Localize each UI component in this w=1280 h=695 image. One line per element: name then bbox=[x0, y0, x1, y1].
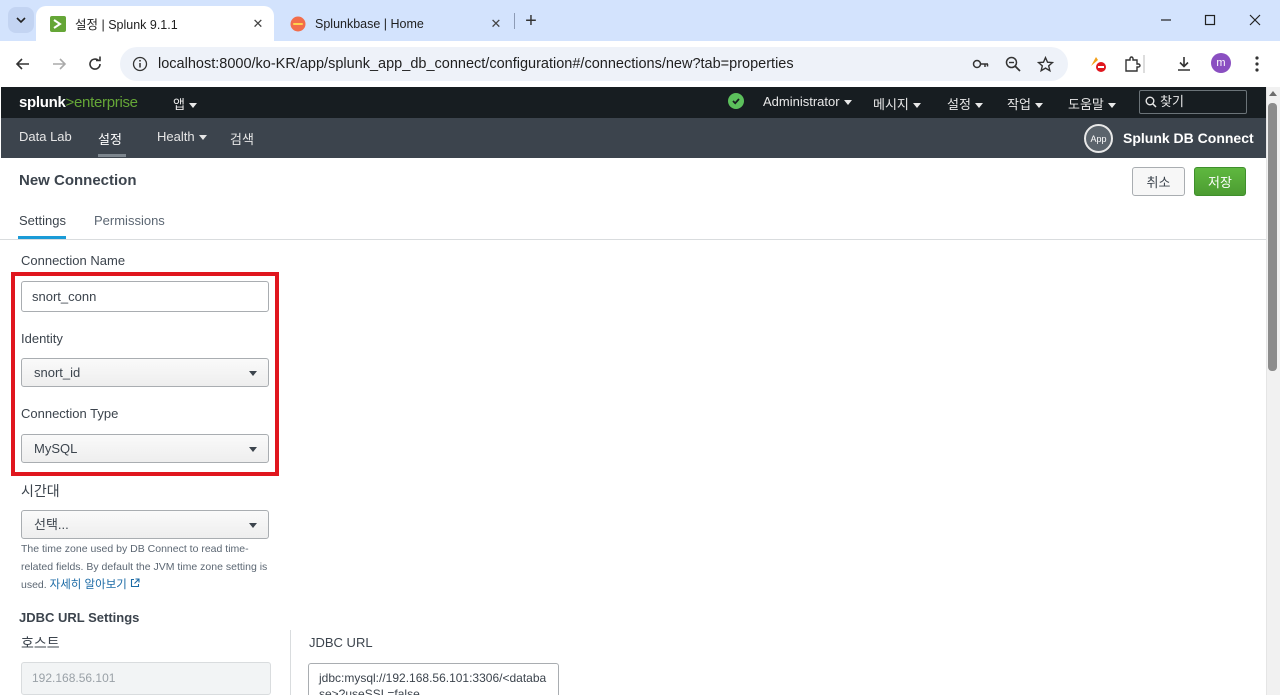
apps-menu-label: 앱 bbox=[173, 97, 185, 112]
user-menu-label: Administrator bbox=[763, 94, 840, 109]
chevron-down-icon bbox=[912, 103, 921, 109]
zoom-icon[interactable] bbox=[1001, 52, 1025, 76]
browser-toolbar: localhost:8000/ko-KR/app/splunk_app_db_c… bbox=[0, 41, 1280, 87]
nav-data-lab[interactable]: Data Lab bbox=[19, 129, 72, 144]
health-ok-icon[interactable] bbox=[728, 93, 744, 109]
find-input[interactable]: 찾기 bbox=[1139, 90, 1247, 114]
highlight-annotation-box bbox=[11, 272, 279, 476]
download-icon[interactable] bbox=[1172, 52, 1196, 76]
learn-more-label: 자세히 알아보기 bbox=[49, 579, 127, 591]
url-text: localhost:8000/ko-KR/app/splunk_app_db_c… bbox=[158, 56, 794, 72]
minimize-icon[interactable] bbox=[1154, 8, 1178, 32]
settings-menu[interactable]: 설정 bbox=[947, 94, 983, 113]
browser-tab-splunkbase[interactable]: Splunkbase | Home ✕ bbox=[276, 6, 512, 41]
nav-settings[interactable]: 설정 bbox=[98, 129, 122, 148]
nav-search[interactable]: 검색 bbox=[230, 129, 254, 148]
host-input[interactable]: 192.168.56.101 bbox=[21, 662, 271, 695]
save-button[interactable]: 저장 bbox=[1194, 167, 1246, 196]
close-tab-icon[interactable]: ✕ bbox=[248, 14, 268, 34]
toolbar-divider bbox=[1143, 55, 1145, 73]
bookmark-star-icon[interactable] bbox=[1033, 52, 1057, 76]
chevron-down-icon bbox=[974, 103, 983, 109]
nav-health-label: Health bbox=[157, 129, 195, 144]
extension-blocked-icon[interactable] bbox=[1086, 52, 1110, 76]
tab-title: Splunkbase | Home bbox=[315, 16, 424, 31]
timezone-help-text: The time zone used by DB Connect to read… bbox=[21, 540, 271, 594]
app-icon: App bbox=[1084, 124, 1113, 153]
host-label: 호스트 bbox=[21, 635, 60, 651]
nav-health[interactable]: Health bbox=[157, 129, 207, 144]
tab-permissions[interactable]: Permissions bbox=[94, 213, 165, 228]
logo-gt: > bbox=[65, 94, 75, 111]
tab-search-button[interactable] bbox=[8, 7, 34, 33]
scrollbar-thumb[interactable] bbox=[1268, 103, 1277, 371]
column-divider bbox=[290, 630, 291, 695]
app-bar: Data Lab 설정 Health 검색 App Splunk DB Conn… bbox=[1, 118, 1266, 158]
reload-icon[interactable] bbox=[83, 52, 107, 76]
splunk-favicon-icon bbox=[50, 15, 66, 32]
chevron-down-icon bbox=[1034, 103, 1043, 109]
learn-more-link[interactable]: 자세히 알아보기 bbox=[49, 578, 140, 591]
site-info-icon[interactable] bbox=[128, 52, 152, 76]
chevron-down-icon bbox=[188, 103, 197, 109]
activity-menu-label: 작업 bbox=[1007, 97, 1031, 112]
settings-menu-label: 설정 bbox=[947, 97, 971, 112]
timezone-label: 시간대 bbox=[21, 483, 60, 499]
page-title: New Connection bbox=[19, 172, 137, 189]
browser-tab-strip: 설정 | Splunk 9.1.1 ✕ Splunkbase | Home ✕ … bbox=[0, 0, 1280, 41]
messages-menu-label: 메시지 bbox=[873, 97, 909, 112]
profile-avatar[interactable]: m bbox=[1211, 53, 1231, 73]
back-icon[interactable] bbox=[11, 52, 35, 76]
timezone-select[interactable]: 선택... bbox=[21, 510, 269, 539]
chevron-down-icon bbox=[198, 135, 207, 141]
chevron-down-icon bbox=[249, 523, 257, 528]
jdbc-url-label: JDBC URL bbox=[309, 635, 373, 650]
search-icon bbox=[1145, 96, 1157, 108]
address-bar[interactable]: localhost:8000/ko-KR/app/splunk_app_db_c… bbox=[120, 47, 1068, 81]
messages-menu[interactable]: 메시지 bbox=[873, 94, 921, 113]
apps-menu[interactable]: 앱 bbox=[173, 94, 197, 113]
forward-icon[interactable] bbox=[47, 52, 71, 76]
extensions-puzzle-icon[interactable] bbox=[1120, 52, 1144, 76]
timezone-selected-value: 선택... bbox=[34, 517, 69, 532]
splunk-top-bar: splunk>enterprise 앱 Administrator 메시지 설정… bbox=[1, 87, 1266, 118]
browser-menu-icon[interactable] bbox=[1245, 52, 1269, 76]
activity-menu[interactable]: 작업 bbox=[1007, 94, 1043, 113]
connection-name-label: Connection Name bbox=[21, 253, 126, 268]
chevron-down-icon bbox=[16, 17, 26, 24]
chevron-down-icon bbox=[1107, 103, 1116, 109]
user-menu[interactable]: Administrator bbox=[763, 94, 852, 109]
tabs-divider bbox=[0, 239, 1266, 240]
tab-title: 설정 | Splunk 9.1.1 bbox=[75, 18, 178, 32]
app-name: Splunk DB Connect bbox=[1123, 130, 1254, 146]
find-placeholder: 찾기 bbox=[1160, 94, 1184, 109]
jdbc-url-textarea[interactable]: jdbc:mysql://192.168.56.101:3306/<databa… bbox=[308, 663, 559, 695]
active-nav-indicator bbox=[98, 154, 126, 157]
password-key-icon[interactable] bbox=[969, 52, 993, 76]
tab-separator bbox=[514, 13, 515, 29]
scroll-up-arrow-icon[interactable] bbox=[1269, 91, 1277, 96]
jdbc-url-settings-title: JDBC URL Settings bbox=[19, 610, 140, 625]
logo-suffix: enterprise bbox=[74, 94, 138, 111]
cancel-button[interactable]: 취소 bbox=[1132, 167, 1185, 196]
splunkbase-favicon-icon bbox=[290, 16, 306, 32]
close-window-icon[interactable] bbox=[1243, 8, 1267, 32]
help-menu[interactable]: 도움말 bbox=[1068, 94, 1116, 113]
chevron-down-icon bbox=[843, 100, 852, 106]
close-tab-icon[interactable]: ✕ bbox=[486, 14, 506, 34]
new-tab-button[interactable]: + bbox=[520, 10, 542, 32]
external-link-icon bbox=[131, 578, 140, 588]
splunk-enterprise-logo[interactable]: splunk>enterprise bbox=[19, 94, 138, 111]
tab-settings[interactable]: Settings bbox=[19, 213, 66, 228]
maximize-icon[interactable] bbox=[1198, 8, 1222, 32]
logo-prefix: splunk bbox=[19, 94, 66, 111]
browser-tab-splunk-settings[interactable]: 설정 | Splunk 9.1.1 ✕ bbox=[36, 6, 274, 41]
help-menu-label: 도움말 bbox=[1068, 97, 1104, 112]
